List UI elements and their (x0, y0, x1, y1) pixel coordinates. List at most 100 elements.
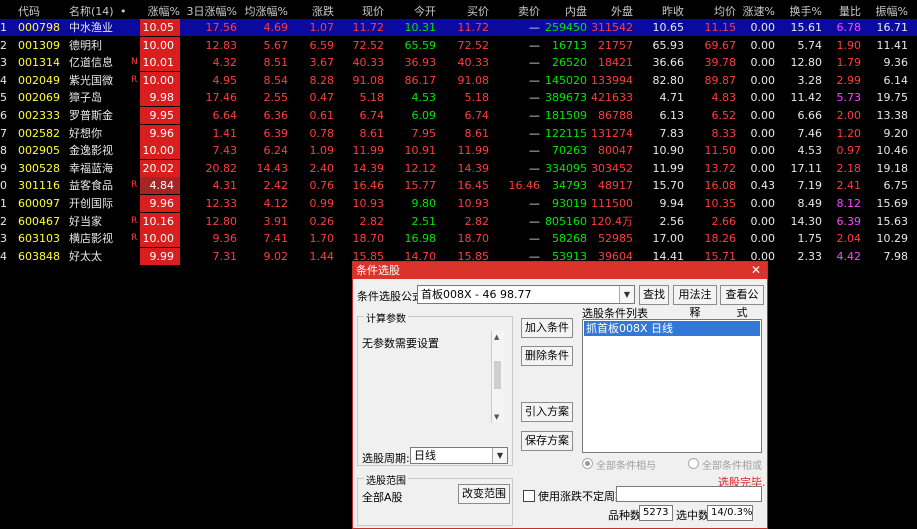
header-avg-chg[interactable]: 均涨幅% (240, 3, 288, 20)
formula-select[interactable]: 首板008X - 46 98.77 ▼ (417, 285, 635, 304)
condition-list[interactable]: 抓首板008X 日线 (582, 319, 762, 453)
cell-chg3d: 17.56 (205, 21, 238, 34)
table-row[interactable]: 8 002905 金逸影视 10.00 7.43 6.24 1.09 11.99 10.91 11… (0, 142, 917, 160)
delete-condition-button[interactable]: 删除条件 (521, 346, 573, 366)
header-idx[interactable] (0, 3, 10, 20)
cell-turnover: 1.75 (797, 232, 823, 246)
indefinite-period-label: 使用涨跌不定周期 (538, 490, 626, 503)
chevron-down-icon[interactable]: ▼ (492, 448, 507, 463)
table-row[interactable]: 6 002333 罗普斯金 9.95 6.64 6.36 0.61 6.74 6.09 6.74 —… (0, 107, 917, 124)
import-scheme-button[interactable]: 引入方案 (521, 402, 573, 422)
params-scrollbar[interactable]: ▲ ▼ (491, 331, 504, 423)
cell-amplitude: 6.14 (883, 73, 909, 87)
cell-avg-price: 8.33 (711, 126, 737, 140)
cell-chg-pct: 10.16 (140, 212, 180, 230)
cell-chg-pct: 10.00 (140, 142, 180, 160)
period-select[interactable]: 日线 ▼ (410, 447, 508, 464)
cell-bid: 5.18 (464, 91, 490, 105)
usage-button[interactable]: 用法注释 (673, 285, 717, 319)
cell-chg-pct: 9.98 (140, 89, 180, 107)
header-prev-close[interactable]: 昨收 (636, 3, 684, 20)
cell-bid: 8.61 (464, 126, 490, 140)
cell-inner: 334095 (545, 161, 587, 175)
header-avg-price[interactable]: 均价 (690, 3, 736, 20)
cell-code: 002333 (18, 109, 60, 122)
cell-avg-price: 11.15 (704, 21, 737, 34)
table-row[interactable]: 1 000798 中水渔业 10.05 17.56 4.69 1.07 11.72 10.31 1… (0, 19, 917, 36)
find-button[interactable]: 查找 (639, 285, 669, 305)
cell-open: 7.95 (411, 126, 437, 140)
table-row[interactable]: 5 002069 獐子岛 9.98 17.46 2.55 0.47 5.18 4.53 5.18 —… (0, 89, 917, 107)
cell-name: 好想你 (69, 126, 102, 140)
header-speed[interactable]: 涨速% (740, 3, 775, 20)
header-chg-pct[interactable]: 涨幅% (140, 3, 180, 20)
cell-prev-close: 4.71 (659, 91, 685, 105)
cell-name: 金逸影视 (69, 144, 113, 158)
table-row[interactable]: 3 001314 亿道信息 10.01 4.32 8.51 3.67 40.33 36.93 40… (0, 54, 917, 72)
dialog-title-bar[interactable]: 条件选股 ✕ (353, 262, 767, 279)
cell-avg-chg: 3.91 (263, 214, 289, 228)
cell-ask: — (529, 126, 540, 140)
cell-ask: — (529, 161, 540, 175)
table-row[interactable]: 2 001309 德明利 10.00 12.83 5.67 6.59 72.52 65.59 72… (0, 36, 917, 54)
table-row[interactable]: 3 603103 横店影视 10.00 9.36 7.41 1.70 18.70 16.98 18… (0, 230, 917, 248)
radio-and[interactable] (582, 458, 593, 469)
condition-list-item[interactable]: 抓首板008X 日线 (584, 321, 760, 336)
cell-avg-price: 69.67 (704, 38, 737, 52)
cell-avg-chg: 6.24 (263, 144, 289, 158)
cell-bid: 2.82 (464, 214, 490, 228)
table-row[interactable]: 0 301116 益客食品 4.84 4.31 2.42 0.76 16.46 15.77 16.… (0, 177, 917, 195)
add-condition-button[interactable]: 加入条件 (521, 318, 573, 338)
indefinite-period-checkbox[interactable] (523, 490, 535, 502)
cell-code: 002069 (18, 91, 60, 105)
view-formula-button[interactable]: 查看公式 (720, 285, 764, 319)
cell-inner: 16713 (552, 38, 587, 52)
cell-turnover: 6.66 (797, 109, 823, 122)
cell-ask: — (529, 56, 540, 70)
cell-speed: 0.00 (750, 38, 776, 52)
cell-turnover: 11.42 (790, 91, 823, 105)
cell-open: 10.31 (404, 21, 437, 34)
header-change[interactable]: 涨跌 (292, 3, 334, 20)
header-ask[interactable]: 卖价 (492, 3, 540, 20)
scroll-down-icon[interactable]: ▼ (494, 413, 499, 421)
header-bid[interactable]: 买价 (440, 3, 489, 20)
cell-change: 3.67 (309, 56, 335, 70)
params-text: 无参数需要设置 (362, 337, 439, 350)
cell-bid: 18.70 (457, 232, 490, 246)
header-code[interactable]: 代码 (18, 3, 64, 20)
cell-outer: 86788 (598, 109, 633, 122)
save-scheme-button[interactable]: 保存方案 (521, 431, 573, 451)
cell-avg-price: 16.08 (704, 179, 737, 193)
header-vol-ratio[interactable]: 量比 (826, 3, 861, 20)
cell-inner: 389673 (545, 91, 587, 105)
cell-bid: 11.99 (457, 144, 490, 158)
cell-avg-price: 6.52 (711, 109, 737, 122)
chevron-down-icon[interactable]: ▼ (619, 286, 634, 303)
table-row[interactable]: 7 002582 好想你 9.96 1.41 6.39 0.78 8.61 7.95 8.61 — 1… (0, 124, 917, 142)
cell-prev-close: 7.83 (659, 126, 685, 140)
header-outer[interactable]: 外盘 (590, 3, 633, 20)
close-icon[interactable]: ✕ (751, 262, 761, 279)
params-label: 计算参数 (364, 310, 408, 325)
table-row[interactable]: 2 600467 好当家 10.16 12.80 3.91 0.26 2.82 2.51 2.82… (0, 212, 917, 230)
condition-select-dialog: 条件选股 ✕ 条件选股公式 首板008X - 46 98.77 ▼ 查找 用法注… (352, 261, 768, 529)
cell-turnover: 7.46 (797, 126, 823, 140)
header-turnover[interactable]: 换手% (780, 3, 822, 20)
scroll-up-icon[interactable]: ▲ (494, 333, 499, 341)
count-label: 品种数 (608, 509, 641, 522)
cell-bid: 11.72 (457, 21, 490, 34)
radio-or[interactable] (688, 458, 699, 469)
table-row[interactable]: 4 002049 紫光国微 10.00 4.95 8.54 8.28 91.08 86.17 91… (0, 71, 917, 89)
header-open[interactable]: 今开 (390, 3, 436, 20)
table-row[interactable]: 1 600097 开创国际 9.96 12.33 4.12 0.99 10.93 9.80 10.… (0, 195, 917, 212)
cell-price: 18.70 (352, 232, 385, 246)
header-chg3d[interactable]: 3日涨幅% (182, 3, 237, 20)
header-amplitude[interactable]: 振幅% (866, 3, 908, 20)
table-row[interactable]: 9 300528 幸福蓝海 20.02 20.82 14.43 2.40 14.39 12.12… (0, 159, 917, 177)
header-price[interactable]: 现价 (338, 3, 384, 20)
scroll-thumb[interactable] (494, 361, 501, 389)
change-range-button[interactable]: 改变范围 (458, 484, 510, 504)
header-inner[interactable]: 内盘 (542, 3, 587, 20)
cell-amplitude: 13.38 (876, 109, 909, 122)
